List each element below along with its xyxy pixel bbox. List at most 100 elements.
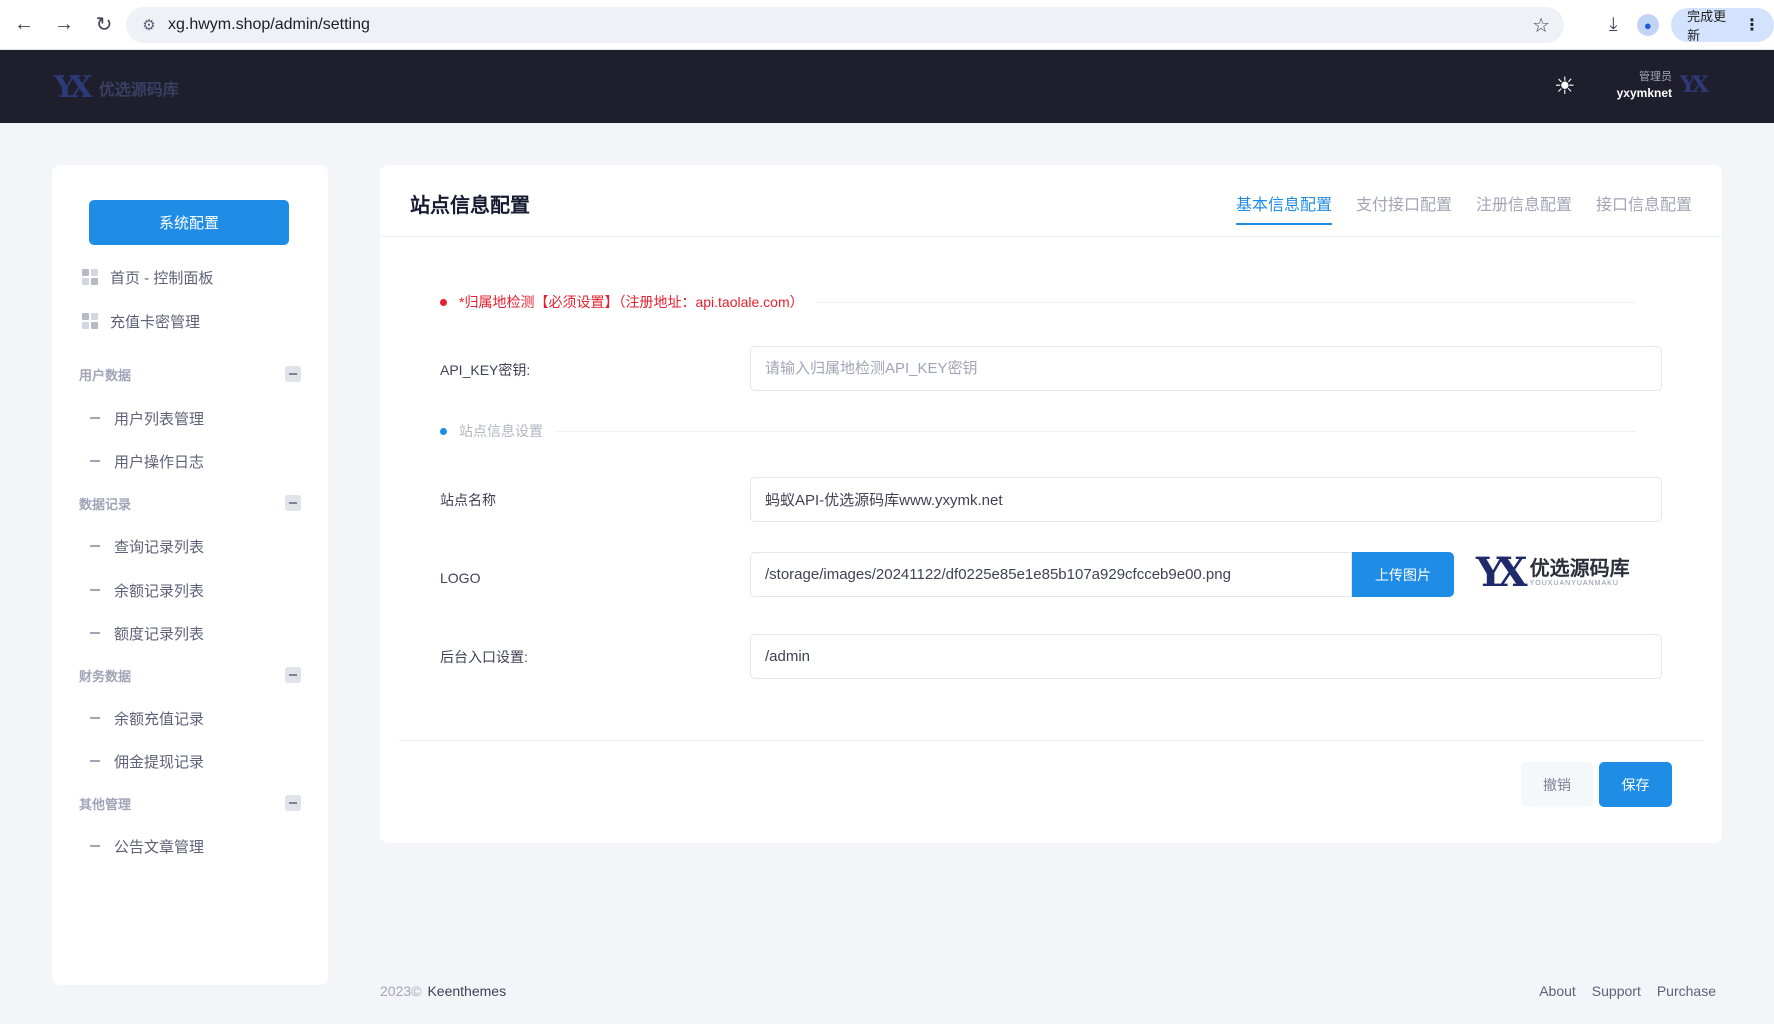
browser-update-button[interactable]: 完成更新 ⋮ — [1671, 8, 1774, 43]
user-role: 管理员 — [1639, 71, 1672, 83]
sidebar-item-label: 余额记录列表 — [114, 582, 205, 600]
brand-logo[interactable]: YX 优选源码库 — [54, 70, 179, 105]
section-other[interactable]: 其他管理 — [79, 792, 301, 814]
api-key-label: API_KEY密钥: — [440, 362, 531, 378]
site-name-input[interactable] — [750, 477, 1662, 522]
sidebar-item-label: 用户列表管理 — [114, 410, 205, 428]
more-vert-icon: ⋮ — [1743, 17, 1760, 34]
footer-link-support[interactable]: Support — [1592, 983, 1641, 999]
sidebar-item-label: 首页 - 控制面板 — [110, 269, 214, 287]
brand-name: 优选源码库 — [98, 79, 179, 99]
sidebar-item-label: 查询记录列表 — [114, 538, 205, 556]
sidebar-item-label: 充值卡密管理 — [110, 313, 201, 331]
collapse-icon[interactable] — [285, 795, 301, 811]
collapse-icon[interactable] — [285, 366, 301, 382]
dashboard-grid-icon — [82, 269, 98, 285]
logo-preview-cn: 优选源码库 — [1529, 556, 1630, 580]
tab-registration[interactable]: 注册信息配置 — [1476, 191, 1572, 225]
reload-icon[interactable]: ↻ — [86, 7, 122, 43]
dash-icon — [90, 632, 100, 634]
browser-toolbar: ← → ↻ ⚙ xg.hwym.shop/admin/setting ☆ ⤓ ●… — [0, 0, 1774, 50]
forward-arrow-icon[interactable]: → — [46, 7, 82, 43]
logo-preview: YX 优选源码库 YOUXUANYUANMAKU — [1476, 553, 1630, 593]
sidebar-item-query-records[interactable]: 查询记录列表 — [82, 534, 204, 558]
sidebar-item-balance-records[interactable]: 余额记录列表 — [82, 578, 204, 602]
red-dot-icon — [440, 298, 447, 306]
section-finance[interactable]: 财务数据 — [79, 664, 301, 686]
cancel-button[interactable]: 撤销 — [1521, 762, 1593, 807]
system-config-button[interactable]: 系统配置 — [89, 200, 289, 245]
dash-icon — [90, 845, 100, 847]
save-button[interactable]: 保存 — [1599, 762, 1672, 807]
sidebar-item-quota-records[interactable]: 额度记录列表 — [82, 621, 204, 645]
app-header: YX 优选源码库 ☀ 管理员 yxymknet YX — [0, 50, 1774, 123]
footer-link-about[interactable]: About — [1539, 983, 1576, 999]
sidebar-item-label: 公告文章管理 — [114, 838, 205, 856]
browser-actions: ⤓ ● 完成更新 ⋮ — [1596, 8, 1774, 43]
section-label: *归属地检测【必须设置】（注册地址：api.taolale.com） — [459, 294, 804, 310]
sidebar-item-label: 佣金提现记录 — [114, 753, 205, 771]
title-divider — [380, 236, 1722, 237]
section-title: 数据记录 — [79, 496, 132, 512]
logo-path-input[interactable] — [750, 552, 1352, 597]
sidebar-item-label: 用户操作日志 — [114, 453, 205, 471]
tab-interface[interactable]: 接口信息配置 — [1596, 191, 1692, 225]
blue-dot-icon — [440, 427, 447, 435]
sidebar-item-label: 余额充值记录 — [114, 710, 205, 728]
logo-mark-icon: YX — [1476, 549, 1528, 596]
brand-mark-icon: YX — [54, 70, 93, 105]
card-grid-icon — [82, 313, 98, 329]
dash-icon — [90, 545, 100, 547]
section-title: 财务数据 — [79, 668, 132, 684]
sidebar-item-card-keys[interactable]: 充值卡密管理 — [82, 309, 200, 333]
footer-links: About Support Purchase — [1523, 983, 1716, 999]
profile-icon[interactable]: ● — [1631, 8, 1666, 42]
tab-basic-info[interactable]: 基本信息配置 — [1235, 191, 1332, 225]
footer-link-purchase[interactable]: Purchase — [1657, 983, 1716, 999]
section-data-records[interactable]: 数据记录 — [79, 492, 301, 514]
user-info[interactable]: 管理员 yxymknet — [1588, 70, 1672, 101]
back-arrow-icon[interactable]: ← — [6, 7, 42, 43]
sidebar-item-withdraw-records[interactable]: 佣金提现记录 — [82, 749, 204, 773]
section-site-info: 站点信息设置 — [440, 421, 1636, 441]
sun-icon[interactable]: ☀ — [1554, 72, 1576, 101]
section-geo-detection: *归属地检测【必须设置】（注册地址：api.taolale.com） — [440, 292, 1636, 312]
sidebar: 系统配置 首页 - 控制面板 充值卡密管理 用户数据 用户列表管理 用户操作日志… — [52, 165, 328, 985]
section-user-data[interactable]: 用户数据 — [79, 363, 301, 385]
section-title: 用户数据 — [79, 367, 132, 383]
sidebar-item-recharge-records[interactable]: 余额充值记录 — [82, 706, 204, 730]
dash-icon — [90, 589, 100, 591]
sidebar-item-user-log[interactable]: 用户操作日志 — [82, 449, 204, 473]
download-icon[interactable]: ⤓ — [1596, 8, 1631, 42]
section-label: 站点信息设置 — [459, 423, 543, 439]
collapse-icon[interactable] — [285, 495, 301, 511]
settings-tabs: 基本信息配置 支付接口配置 注册信息配置 接口信息配置 — [1212, 191, 1692, 225]
address-bar[interactable]: ⚙ xg.hwym.shop/admin/setting ☆ — [126, 7, 1564, 43]
admin-entry-label: 后台入口设置: — [440, 649, 528, 665]
admin-entry-input[interactable] — [750, 634, 1662, 679]
logo-label: LOGO — [440, 570, 481, 586]
sidebar-item-label: 额度记录列表 — [114, 625, 205, 643]
sidebar-item-user-list[interactable]: 用户列表管理 — [82, 406, 204, 430]
bookmark-star-icon[interactable]: ☆ — [1532, 13, 1550, 38]
tab-payment[interactable]: 支付接口配置 — [1356, 191, 1452, 225]
dash-icon — [90, 717, 100, 719]
section-rule — [555, 430, 1636, 432]
settings-card: 站点信息配置 基本信息配置 支付接口配置 注册信息配置 接口信息配置 *归属地检… — [380, 165, 1722, 843]
dash-icon — [90, 460, 100, 462]
url-text[interactable]: xg.hwym.shop/admin/setting — [168, 16, 370, 34]
site-name-label: 站点名称 — [440, 492, 496, 508]
sidebar-item-dashboard[interactable]: 首页 - 控制面板 — [82, 265, 213, 289]
avatar[interactable]: YX — [1680, 72, 1709, 98]
site-settings-icon[interactable]: ⚙ — [134, 16, 164, 34]
sidebar-item-announcements[interactable]: 公告文章管理 — [82, 834, 204, 858]
logo-preview-en: YOUXUANYUANMAKU — [1529, 580, 1619, 587]
page-title: 站点信息配置 — [410, 195, 530, 217]
update-label: 完成更新 — [1687, 9, 1727, 43]
footer-year: 2023© — [380, 983, 422, 999]
collapse-icon[interactable] — [285, 667, 301, 683]
logo-words: 优选源码库 YOUXUANYUANMAKU — [1530, 557, 1630, 589]
footer-brand-link[interactable]: Keenthemes — [427, 983, 506, 999]
api-key-input[interactable] — [750, 346, 1662, 391]
upload-image-button[interactable]: 上传图片 — [1352, 552, 1454, 597]
